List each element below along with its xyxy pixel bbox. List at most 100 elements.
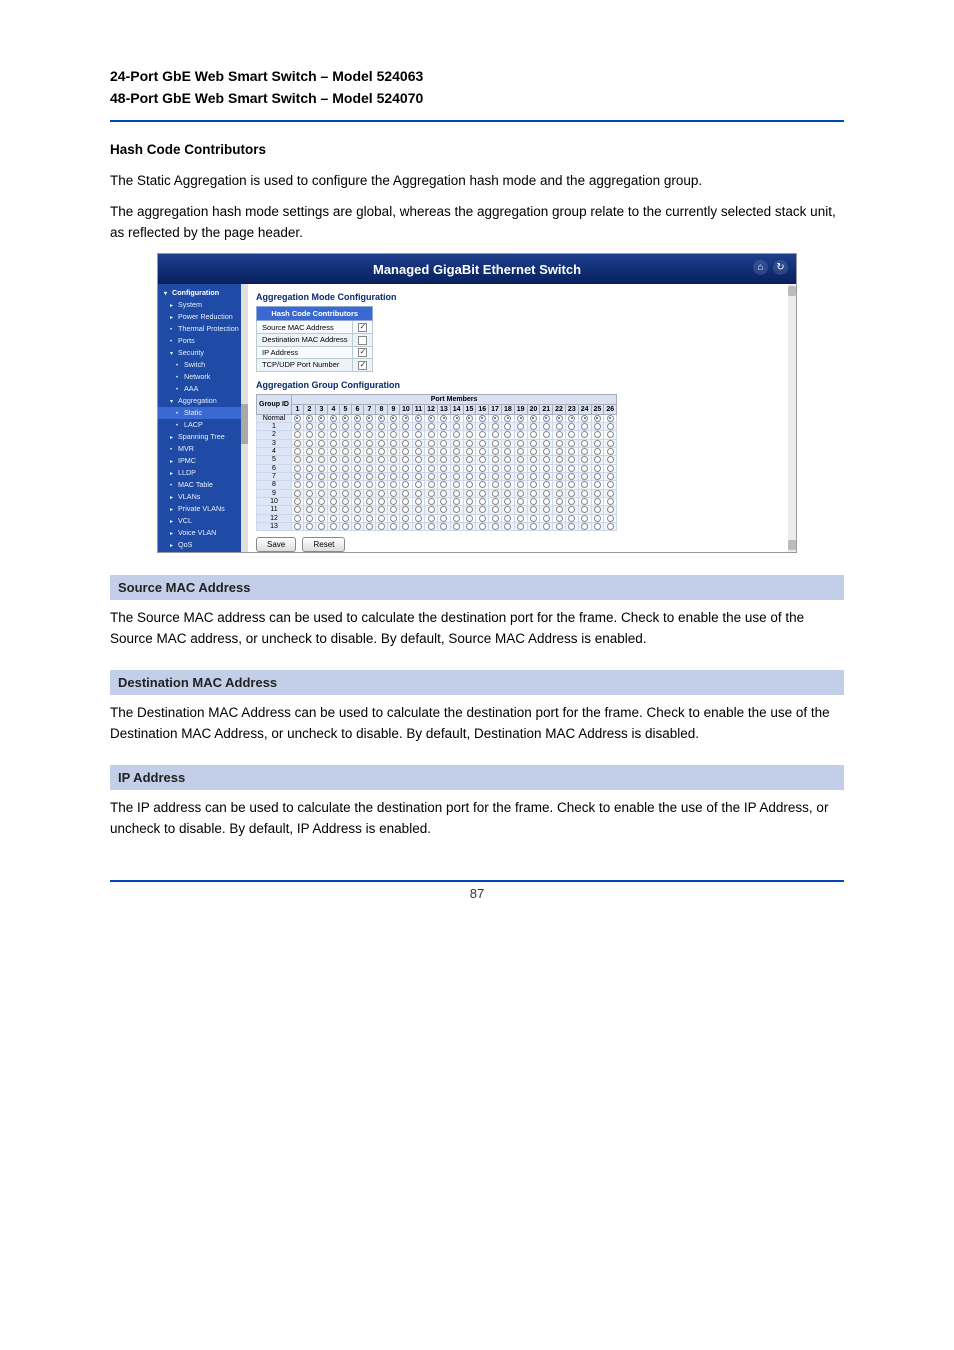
- port-radio[interactable]: [568, 498, 575, 505]
- port-radio[interactable]: [466, 415, 473, 422]
- port-radio[interactable]: [342, 481, 349, 488]
- port-radio[interactable]: [402, 498, 409, 505]
- port-radio[interactable]: [306, 515, 313, 522]
- port-radio[interactable]: [330, 515, 337, 522]
- port-radio[interactable]: [530, 431, 537, 438]
- port-radio[interactable]: [453, 498, 460, 505]
- port-radio[interactable]: [378, 415, 385, 422]
- port-radio[interactable]: [294, 423, 301, 430]
- port-radio[interactable]: [415, 431, 422, 438]
- port-radio[interactable]: [428, 515, 435, 522]
- port-radio[interactable]: [402, 415, 409, 422]
- port-radio[interactable]: [556, 440, 563, 447]
- port-radio[interactable]: [440, 498, 447, 505]
- port-radio[interactable]: [556, 523, 563, 530]
- port-radio[interactable]: [415, 506, 422, 513]
- reset-button[interactable]: Reset: [302, 537, 345, 552]
- port-radio[interactable]: [378, 431, 385, 438]
- port-radio[interactable]: [530, 423, 537, 430]
- port-radio[interactable]: [306, 523, 313, 530]
- logout-icon[interactable]: ↻: [773, 260, 788, 275]
- port-radio[interactable]: [504, 515, 511, 522]
- port-radio[interactable]: [453, 473, 460, 480]
- port-radio[interactable]: [543, 506, 550, 513]
- port-radio[interactable]: [607, 415, 614, 422]
- port-radio[interactable]: [318, 498, 325, 505]
- port-radio[interactable]: [378, 465, 385, 472]
- port-radio[interactable]: [594, 456, 601, 463]
- port-radio[interactable]: [306, 481, 313, 488]
- port-radio[interactable]: [318, 481, 325, 488]
- port-radio[interactable]: [402, 506, 409, 513]
- port-radio[interactable]: [415, 415, 422, 422]
- port-radio[interactable]: [330, 448, 337, 455]
- port-radio[interactable]: [581, 506, 588, 513]
- port-radio[interactable]: [517, 523, 524, 530]
- port-radio[interactable]: [530, 456, 537, 463]
- port-radio[interactable]: [581, 440, 588, 447]
- port-radio[interactable]: [594, 415, 601, 422]
- port-radio[interactable]: [517, 490, 524, 497]
- port-radio[interactable]: [504, 498, 511, 505]
- port-radio[interactable]: [428, 481, 435, 488]
- port-radio[interactable]: [607, 515, 614, 522]
- port-radio[interactable]: [354, 440, 361, 447]
- port-radio[interactable]: [366, 465, 373, 472]
- port-radio[interactable]: [556, 481, 563, 488]
- port-radio[interactable]: [415, 481, 422, 488]
- port-radio[interactable]: [390, 498, 397, 505]
- port-radio[interactable]: [354, 448, 361, 455]
- port-radio[interactable]: [543, 481, 550, 488]
- port-radio[interactable]: [342, 465, 349, 472]
- port-radio[interactable]: [318, 456, 325, 463]
- port-radio[interactable]: [342, 456, 349, 463]
- port-radio[interactable]: [581, 481, 588, 488]
- port-radio[interactable]: [366, 415, 373, 422]
- port-radio[interactable]: [466, 490, 473, 497]
- port-radio[interactable]: [318, 431, 325, 438]
- port-radio[interactable]: [306, 415, 313, 422]
- port-radio[interactable]: [594, 465, 601, 472]
- port-radio[interactable]: [517, 506, 524, 513]
- sidebar-item-vcl[interactable]: ▸VCL: [158, 515, 248, 527]
- port-radio[interactable]: [402, 423, 409, 430]
- port-radio[interactable]: [378, 481, 385, 488]
- port-radio[interactable]: [594, 431, 601, 438]
- port-radio[interactable]: [428, 423, 435, 430]
- port-radio[interactable]: [330, 490, 337, 497]
- port-radio[interactable]: [415, 515, 422, 522]
- port-radio[interactable]: [378, 498, 385, 505]
- port-radio[interactable]: [390, 415, 397, 422]
- port-radio[interactable]: [556, 473, 563, 480]
- port-radio[interactable]: [330, 506, 337, 513]
- port-radio[interactable]: [594, 440, 601, 447]
- port-radio[interactable]: [517, 415, 524, 422]
- port-radio[interactable]: [378, 456, 385, 463]
- port-radio[interactable]: [568, 465, 575, 472]
- port-radio[interactable]: [306, 490, 313, 497]
- port-radio[interactable]: [294, 448, 301, 455]
- port-radio[interactable]: [568, 490, 575, 497]
- port-radio[interactable]: [479, 506, 486, 513]
- port-radio[interactable]: [530, 415, 537, 422]
- port-radio[interactable]: [294, 415, 301, 422]
- port-radio[interactable]: [342, 490, 349, 497]
- port-radio[interactable]: [306, 423, 313, 430]
- port-radio[interactable]: [318, 465, 325, 472]
- port-radio[interactable]: [453, 440, 460, 447]
- port-radio[interactable]: [556, 498, 563, 505]
- sidebar-item-switch[interactable]: •Switch: [158, 359, 248, 371]
- port-radio[interactable]: [294, 506, 301, 513]
- port-radio[interactable]: [543, 523, 550, 530]
- hash-checkbox[interactable]: [358, 323, 367, 332]
- main-scroll-thumb-top[interactable]: [788, 286, 796, 296]
- port-radio[interactable]: [581, 490, 588, 497]
- port-radio[interactable]: [390, 490, 397, 497]
- port-radio[interactable]: [330, 523, 337, 530]
- port-radio[interactable]: [492, 506, 499, 513]
- port-radio[interactable]: [294, 523, 301, 530]
- port-radio[interactable]: [294, 456, 301, 463]
- port-radio[interactable]: [543, 415, 550, 422]
- port-radio[interactable]: [543, 465, 550, 472]
- port-radio[interactable]: [607, 465, 614, 472]
